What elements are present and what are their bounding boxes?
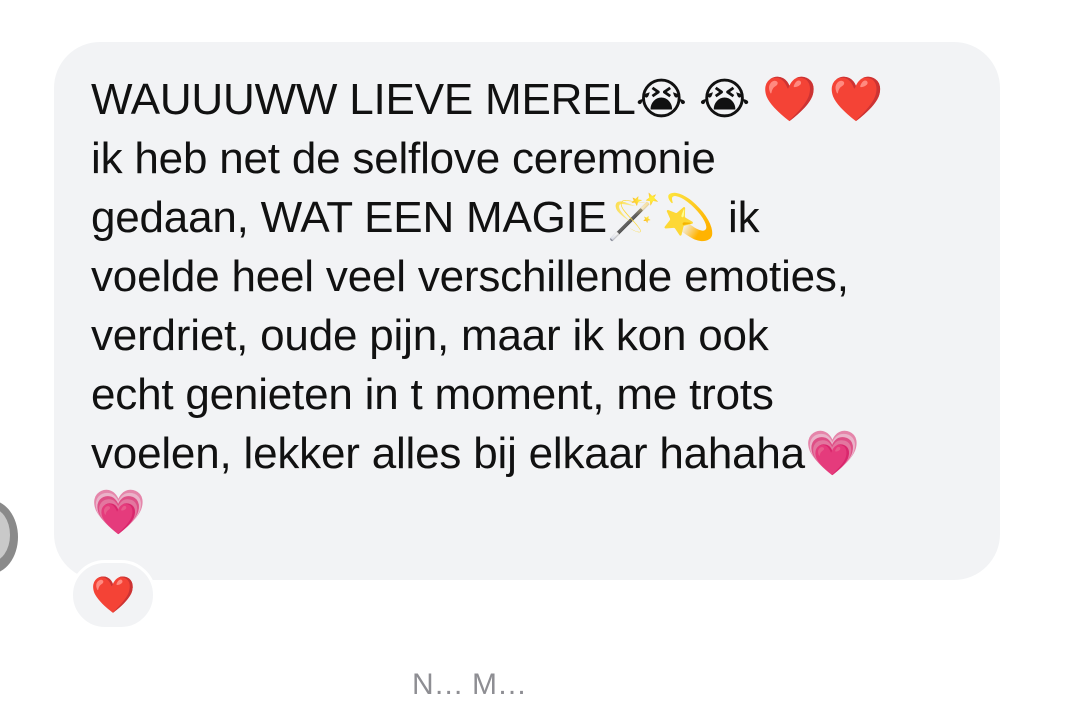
message-text: WAUUUWW LIEVE MEREL😭 😭 ❤️ ❤️ ik heb net … <box>91 70 971 542</box>
heart-reaction-badge[interactable]: ❤️ <box>70 560 156 630</box>
message-line: ik heb net de selflove ceremonie <box>91 134 716 183</box>
heart-icon: ❤️ <box>90 574 136 615</box>
message-line: gedaan, WAT EEN MAGIE🪄💫 ik <box>91 193 760 242</box>
message-line: echt genieten in t moment, me trots <box>91 370 774 419</box>
next-sender-name: N… M… <box>412 668 527 701</box>
message-line: 💗 <box>91 488 146 537</box>
message-line: voelen, lekker alles bij elkaar hahaha💗 <box>91 429 860 478</box>
message-line: WAUUUWW LIEVE MEREL😭 😭 ❤️ ❤️ <box>91 75 884 124</box>
message-line: voelde heel veel verschillende emoties, <box>91 252 849 301</box>
avatar-photo <box>0 508 10 562</box>
message-line: verdriet, oude pijn, maar ik kon ook <box>91 311 769 360</box>
sender-avatar[interactable] <box>0 500 18 574</box>
